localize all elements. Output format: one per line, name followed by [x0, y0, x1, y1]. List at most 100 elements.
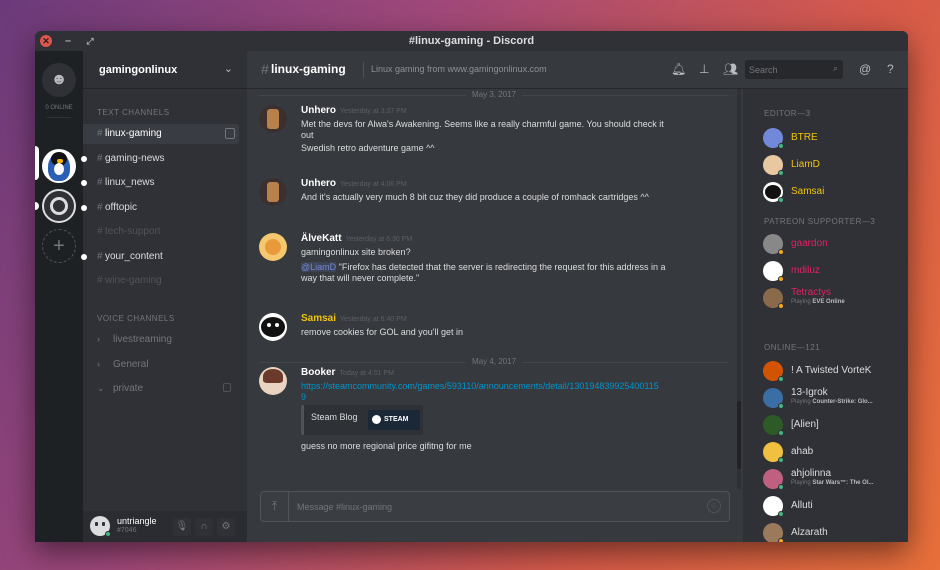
channel-tech-support[interactable]: # tech-support [83, 222, 239, 242]
activity-prefix: Playing [791, 299, 811, 305]
member-item[interactable]: mdiluz [763, 259, 903, 283]
scrollbar-thumb[interactable] [737, 401, 741, 469]
member-name: Tetractys [791, 287, 832, 298]
avatar[interactable] [259, 367, 287, 395]
chat-scrollbar[interactable] [737, 89, 741, 489]
server-gamingonlinux[interactable] [42, 149, 76, 183]
author-name[interactable]: Booker [301, 367, 335, 378]
member-item[interactable]: 13-Igrok Playing Counter-Strike: Glo... [763, 386, 903, 410]
voice-channel-private[interactable]: ⌄ private [83, 379, 239, 399]
server-headset[interactable] [42, 189, 76, 223]
deafen-button[interactable]: ∩ [195, 518, 213, 536]
message-timestamp: Yesterday at 6:40 PM [340, 316, 407, 323]
voice-channel-general[interactable]: › General [83, 355, 239, 375]
server-divider [47, 117, 71, 118]
channel-offtopic[interactable]: # offtopic [81, 198, 239, 218]
status-dot [778, 403, 784, 409]
friends-home-button[interactable]: ☻ [42, 63, 76, 97]
channel-gaming-news[interactable]: # gaming-news [81, 149, 239, 169]
hash-icon: # [97, 177, 103, 188]
link-embed[interactable]: Steam Blog STEAM [301, 405, 423, 435]
member-item[interactable]: LiamD [763, 153, 903, 177]
avatar[interactable] [259, 313, 287, 341]
avatar-figure [267, 182, 279, 202]
member-item[interactable]: Tetractys Playing EVE Online [763, 286, 903, 310]
online-count-label: 0 ONLINE [45, 105, 73, 111]
headset-icon [50, 197, 68, 215]
message-link[interactable]: https://steamcommunity.com/games/593110/… [301, 381, 659, 392]
pin-icon[interactable]: ⊥ [699, 62, 709, 76]
avatar[interactable] [259, 105, 287, 133]
message-header: Booker Today at 4:01 PM [301, 367, 394, 378]
unread-dot [81, 254, 87, 260]
member-name: ahab [791, 446, 814, 457]
member-item[interactable]: ahjolinna Playing Star Wars™: The Ol... [763, 467, 903, 491]
members-list-icon[interactable]: 👥︎ [723, 62, 738, 76]
search-box[interactable]: ⌕ [745, 60, 843, 79]
hash-icon: # [97, 251, 103, 262]
mute-microphone-button[interactable]: 🎙 [173, 518, 191, 536]
guild-header[interactable]: gamingonlinux ⌄ [83, 51, 247, 89]
voice-channel-livestreaming[interactable]: › livestreaming [83, 330, 239, 350]
embed-title[interactable]: Steam Blog [311, 412, 358, 422]
avatar[interactable] [259, 178, 287, 206]
member-activity: Playing EVE Online [791, 299, 845, 305]
steam-logo: STEAM [368, 410, 420, 430]
avatar[interactable] [259, 233, 287, 261]
member-item[interactable]: ahab [763, 440, 903, 464]
avatar-face [261, 317, 285, 337]
channel-wine-gaming[interactable]: # wine-gaming [83, 271, 239, 291]
message: Samsai Yesterday at 6:40 PM remove cookie… [259, 313, 729, 345]
mentions-icon[interactable]: @ [859, 62, 871, 76]
member-group-label: EDITOR—3 [764, 109, 811, 118]
guild-name: gamingonlinux [99, 64, 178, 76]
author-name[interactable]: Unhero [301, 178, 336, 189]
channel-label: linux-gaming [105, 128, 162, 139]
channel-label: tech-support [105, 226, 161, 237]
author-name[interactable]: Unhero [301, 105, 336, 116]
message-text: way that will never complete." [301, 273, 420, 283]
message-input[interactable] [297, 500, 697, 514]
online-status-icon [105, 531, 111, 537]
hash-icon: # [97, 226, 103, 237]
game-name: EVE Online [812, 299, 845, 305]
channel-sidebar: gamingonlinux ⌄ TEXT CHANNELS # linux-ga… [81, 51, 247, 542]
search-input[interactable] [749, 63, 823, 76]
hash-icon: # [97, 153, 103, 164]
activity-prefix: Playing [791, 480, 811, 486]
member-name: BTRE [791, 132, 818, 143]
member-item[interactable]: Samsai [763, 180, 903, 204]
channel-linux-gaming[interactable]: # linux-gaming [83, 124, 239, 144]
user-settings-button[interactable]: ⚙ [217, 518, 235, 536]
channel-your-content[interactable]: # your_content [81, 247, 239, 267]
upload-file-button[interactable]: ⤒ [261, 492, 289, 521]
emoji-picker-button[interactable]: ☺ [707, 499, 721, 513]
friends-icon: ☻ [50, 71, 68, 88]
member-item[interactable]: gaardon [763, 232, 903, 256]
member-activity: Playing Counter-Strike: Glo... [791, 399, 873, 405]
message-link[interactable]: 9 [301, 392, 306, 403]
member-item[interactable]: BTRE [763, 126, 903, 150]
author-name[interactable]: Samsai [301, 313, 336, 324]
member-item[interactable]: ! A Twisted VorteK [763, 359, 903, 383]
member-item[interactable]: Alluti [763, 494, 903, 518]
avatar-eye [275, 323, 279, 327]
invite-icon[interactable] [225, 128, 235, 139]
add-server-button[interactable]: + [42, 229, 76, 263]
member-item[interactable]: [Alien] [763, 413, 903, 437]
message-timestamp: Today at 4:01 PM [339, 370, 394, 377]
voice-channels-category[interactable]: VOICE CHANNELS [97, 314, 175, 323]
channel-linux-news[interactable]: # linux_news [81, 173, 239, 193]
channel-label: your_content [105, 251, 163, 262]
author-name[interactable]: ÄlveKatt [301, 233, 342, 244]
channel-title: linux-gaming [271, 62, 346, 76]
unread-dot [81, 205, 87, 211]
text-channels-category[interactable]: TEXT CHANNELS [97, 108, 170, 117]
member-item[interactable]: Alzarath [763, 521, 903, 542]
bell-icon[interactable]: 🔔︎ [671, 62, 686, 76]
help-icon[interactable]: ? [887, 62, 894, 76]
user-mention[interactable]: @LiamD [301, 262, 337, 272]
quote-text: "Firefox has detected that the server is… [338, 262, 666, 272]
message-text: out [301, 130, 314, 140]
channel-label: gaming-news [105, 153, 165, 164]
